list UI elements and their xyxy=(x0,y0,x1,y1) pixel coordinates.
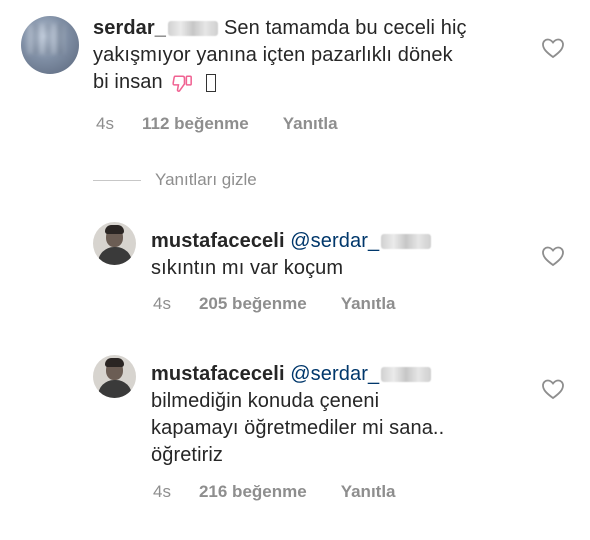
mention-link[interactable]: @serdar_ xyxy=(290,363,379,385)
timestamp: 4s xyxy=(153,482,171,501)
avatar[interactable] xyxy=(93,355,136,398)
unsupported-emoji-icon xyxy=(206,73,217,92)
avatar[interactable] xyxy=(21,16,79,74)
comment-text: mustafaceceli @serdar_ bilmediğin konuda… xyxy=(151,361,541,469)
comment-meta: 4s 216 beğenme Yanıtla xyxy=(153,482,396,502)
timestamp: 4s xyxy=(96,114,114,133)
comment-meta: 4s 112 beğenme Yanıtla xyxy=(96,114,338,134)
divider xyxy=(93,179,141,181)
timestamp: 4s xyxy=(153,294,171,313)
comment-body-line-1: bilmediğin konuda çeneni xyxy=(151,390,380,412)
comment-body-line-1: Sen tamamda bu ceceli hiç xyxy=(223,17,467,39)
likes-count[interactable]: 112 beğenme xyxy=(142,114,249,133)
comment-body-line-2: yakışmıyor yanına içten pazarlıklı dönek xyxy=(93,44,453,66)
likes-count[interactable]: 205 beğenme xyxy=(199,294,307,313)
mention-redaction xyxy=(381,234,432,250)
comment-body-line-1: sıkıntın mı var koçum xyxy=(151,257,344,279)
hide-replies-button[interactable]: Yanıtları gizle xyxy=(93,170,257,190)
mention-link[interactable]: @serdar_ xyxy=(290,230,379,252)
hide-replies-label: Yanıtları gizle xyxy=(155,170,257,189)
heart-outline-icon[interactable] xyxy=(541,378,565,400)
thumbs-down-emoji xyxy=(172,75,193,92)
heart-outline-icon[interactable] xyxy=(541,245,565,267)
avatar[interactable] xyxy=(93,222,136,265)
username[interactable]: mustafaceceli xyxy=(151,230,285,252)
comment-body-line-2: kapamayı öğretmediler mi sana.. xyxy=(151,417,445,439)
likes-count[interactable]: 216 beğenme xyxy=(199,482,307,501)
comment-text: mustafaceceli @serdar_ sıkıntın mı var k… xyxy=(151,228,541,282)
reply-button[interactable]: Yanıtla xyxy=(341,294,396,313)
mention-redaction xyxy=(381,367,432,383)
username[interactable]: serdar_ xyxy=(93,17,166,39)
username[interactable]: mustafaceceli xyxy=(151,363,285,385)
reply-button[interactable]: Yanıtla xyxy=(283,114,338,133)
reply-button[interactable]: Yanıtla xyxy=(341,482,396,501)
comment-meta: 4s 205 beğenme Yanıtla xyxy=(153,294,396,314)
comment-text: serdar_ Sen tamamda bu ceceli hiç yakışmı… xyxy=(93,15,563,96)
comment-body-line-3: öğretiriz xyxy=(151,444,224,466)
username-redaction xyxy=(167,21,218,37)
comment-body-line-3: bi insan xyxy=(93,71,163,93)
heart-outline-icon[interactable] xyxy=(541,37,565,59)
